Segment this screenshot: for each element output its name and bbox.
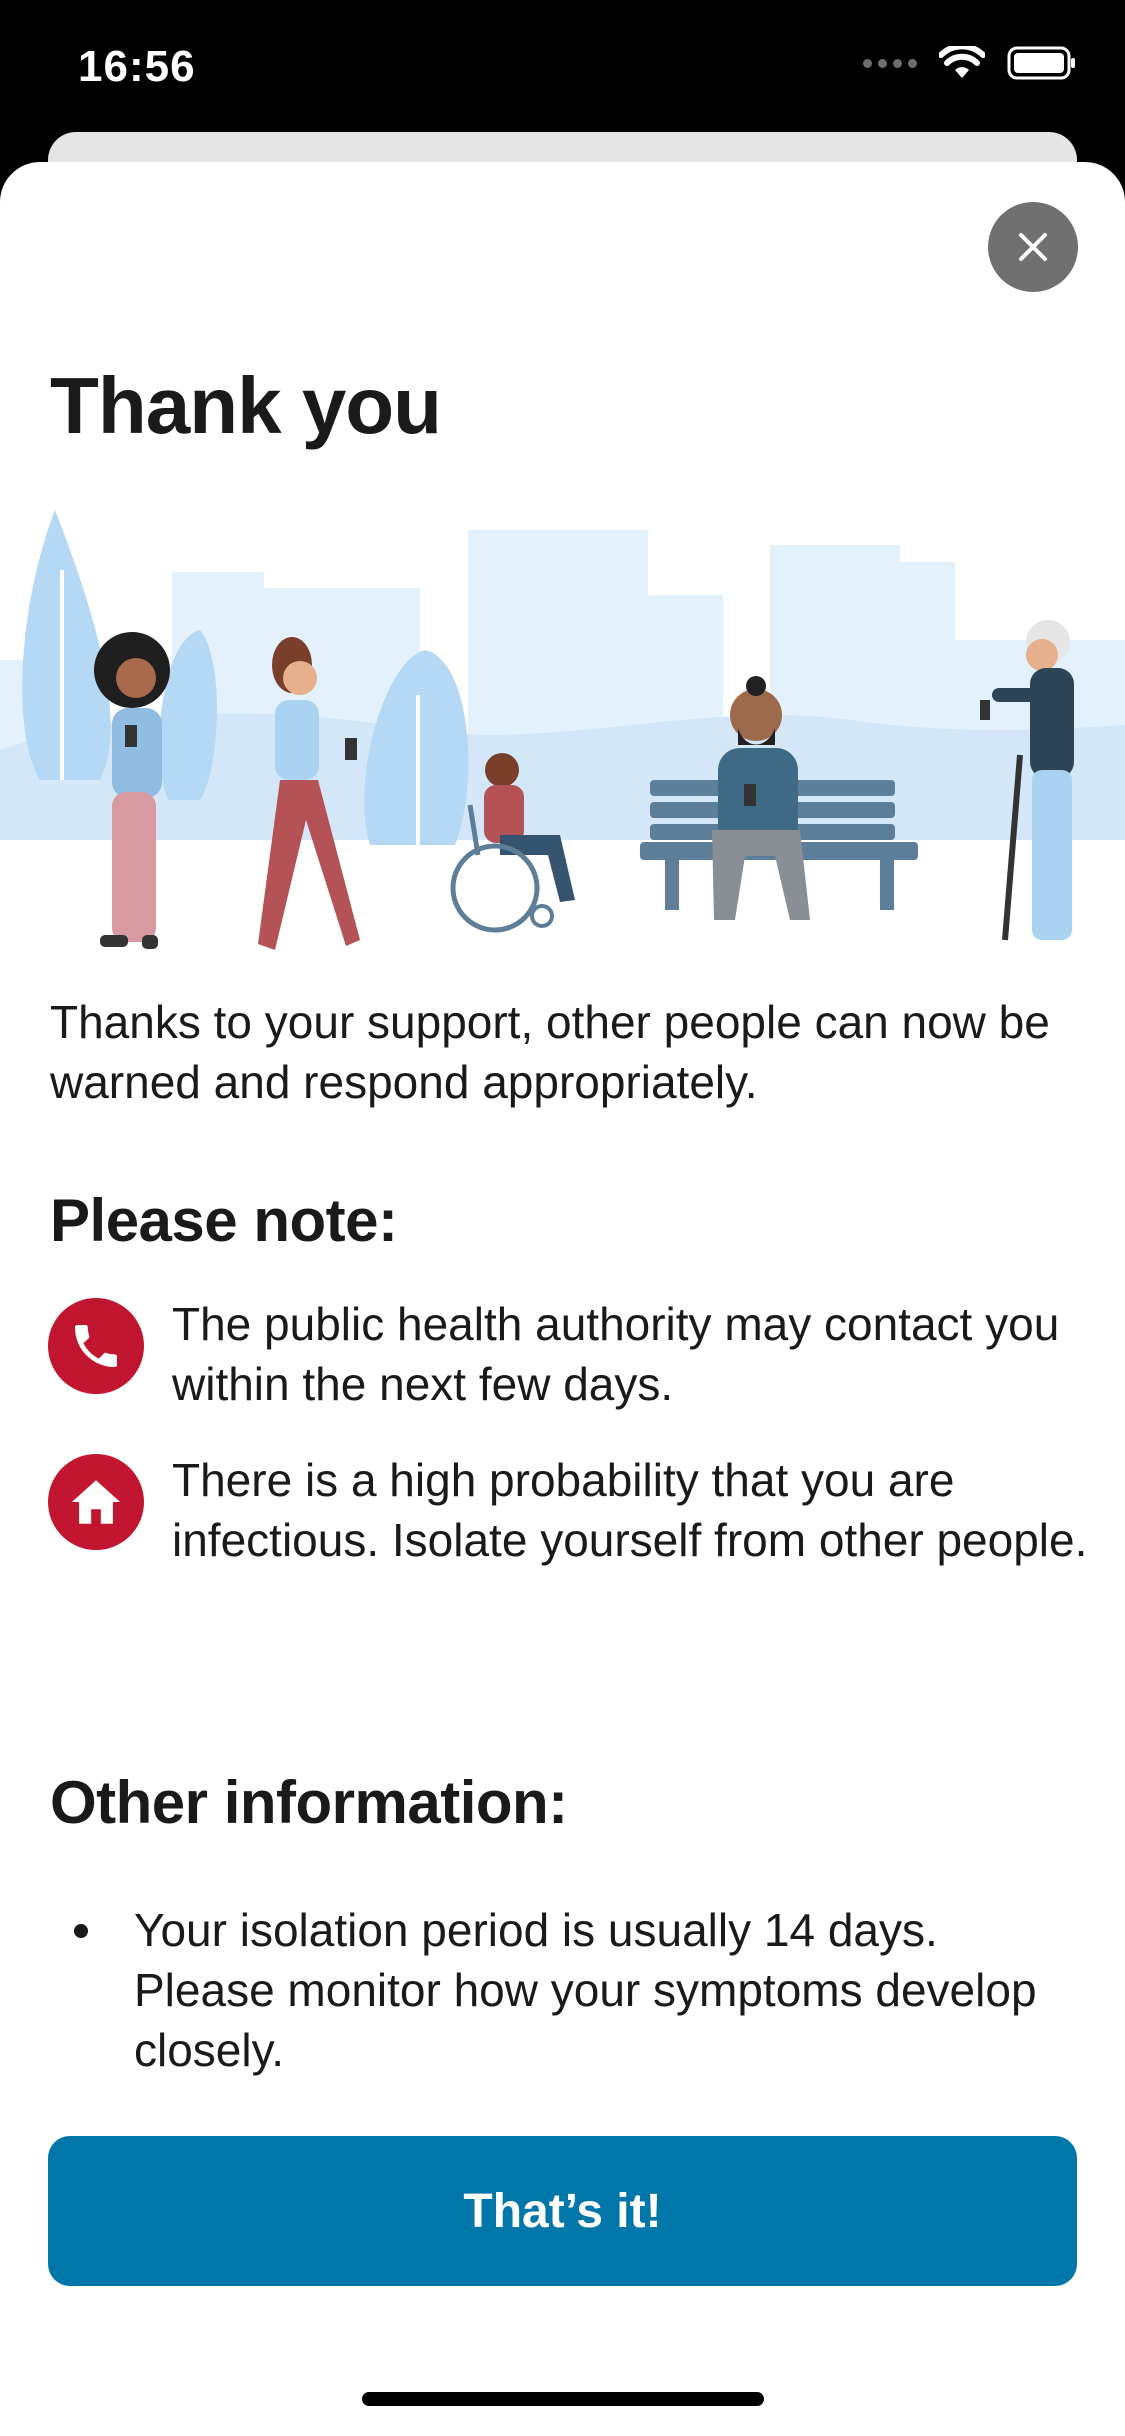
note-text-isolate: There is a high probability that you are… bbox=[172, 1454, 1088, 1566]
battery-icon bbox=[1007, 46, 1075, 80]
wifi-icon bbox=[939, 46, 985, 78]
note-text-contact: The public health authority may contact … bbox=[172, 1298, 1060, 1410]
page-title: Thank you bbox=[50, 361, 442, 450]
phone-icon bbox=[48, 1298, 144, 1394]
note-item-contact: The public health authority may contact … bbox=[48, 1294, 1088, 1414]
close-button[interactable] bbox=[988, 202, 1078, 292]
status-time: 16:56 bbox=[78, 42, 196, 91]
close-icon bbox=[1019, 233, 1047, 261]
intro-text: Thanks to your support, other people can… bbox=[50, 996, 1050, 1108]
cellular-signal-icon bbox=[863, 58, 917, 68]
thats-it-button[interactable]: That’s it! bbox=[48, 2136, 1077, 2286]
hero-illustration bbox=[0, 510, 1125, 950]
home-icon bbox=[48, 1454, 144, 1550]
home-indicator[interactable] bbox=[362, 2392, 764, 2406]
bullet-text: Your isolation period is usually 14 days… bbox=[134, 1904, 1037, 2076]
note-item-isolate: There is a high probability that you are… bbox=[48, 1450, 1088, 1570]
bullet-icon bbox=[74, 1924, 88, 1938]
status-icons bbox=[863, 46, 1077, 80]
status-bar: 16:56 bbox=[0, 0, 1125, 140]
list-item: Your isolation period is usually 14 days… bbox=[74, 1900, 1074, 2080]
please-note-heading: Please note: bbox=[50, 1187, 398, 1254]
other-information-heading: Other information: bbox=[50, 1769, 568, 1836]
